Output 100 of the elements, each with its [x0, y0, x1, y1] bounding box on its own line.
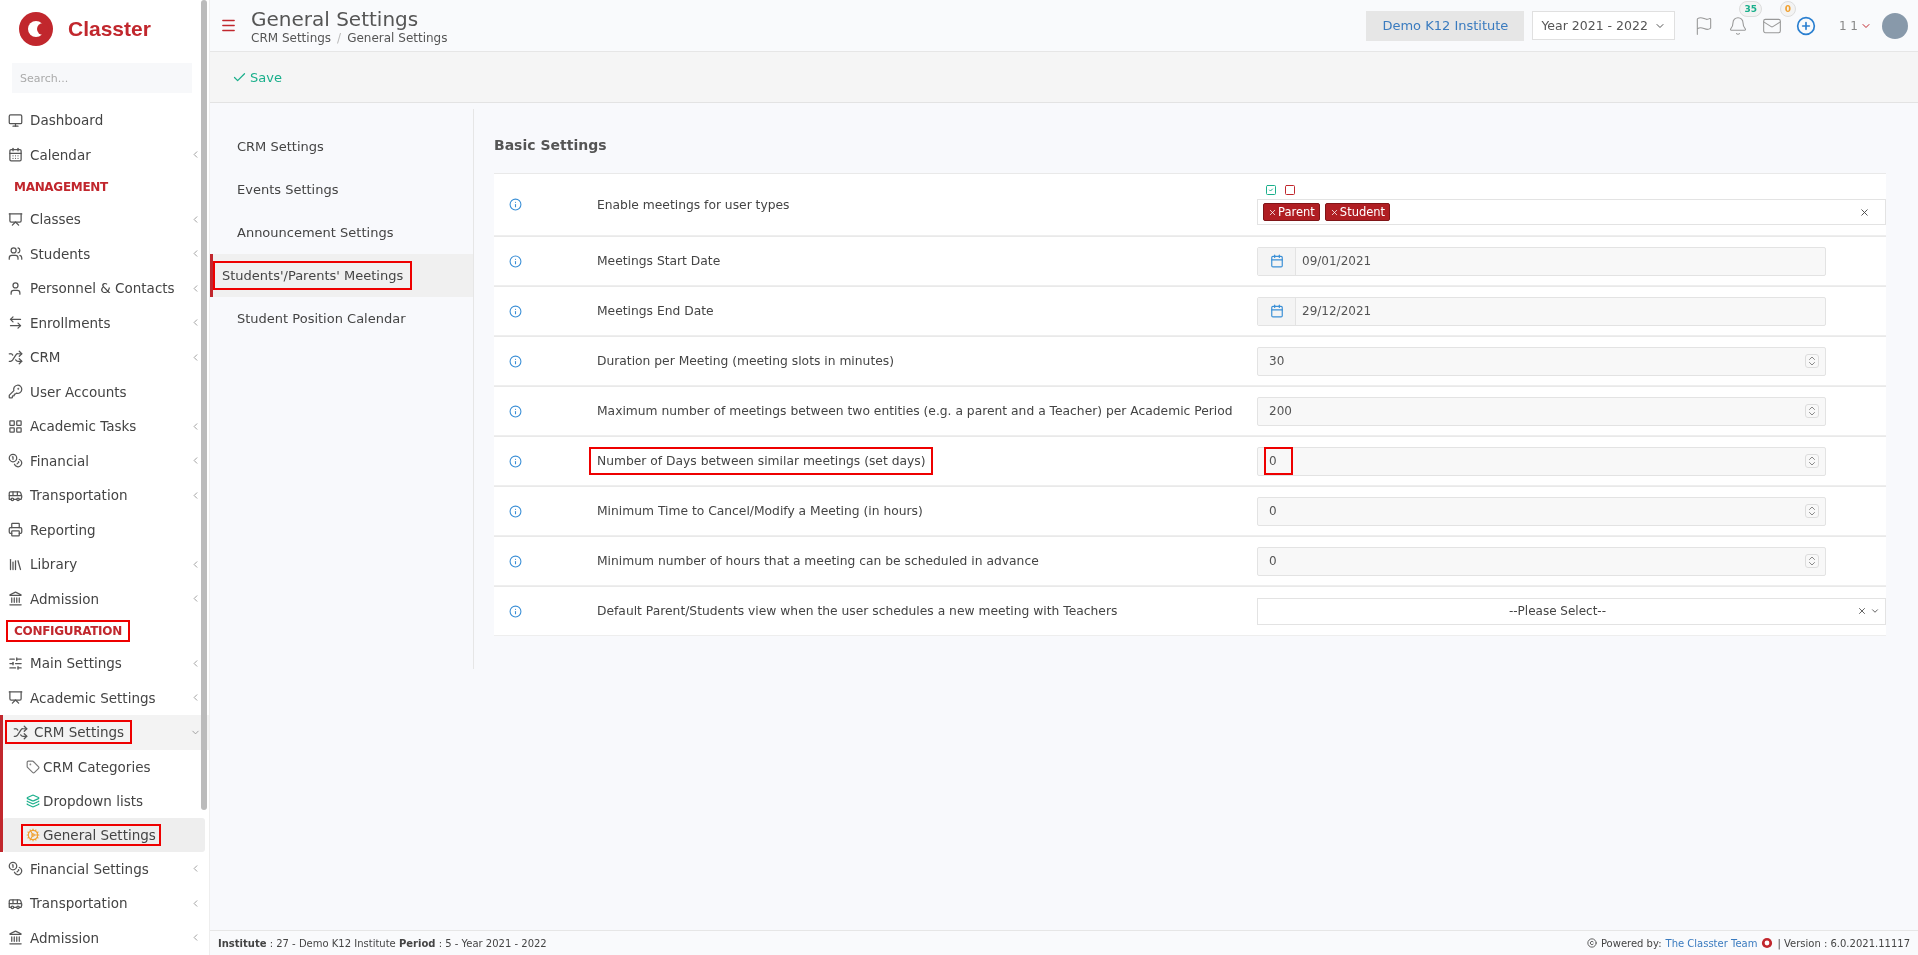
- submenu-item[interactable]: General Settings: [3, 817, 205, 852]
- layers-icon: [26, 793, 40, 808]
- sidebar-item[interactable]: User Accounts: [0, 374, 209, 409]
- section-heading: CONFIGURATION: [6, 620, 130, 642]
- info-icon[interactable]: [509, 404, 522, 418]
- page-title: General Settings: [251, 6, 420, 31]
- number-field[interactable]: 200: [1257, 396, 1826, 426]
- tab-label: Student Position Calendar: [236, 310, 407, 328]
- shuffle-icon: [13, 724, 28, 740]
- year-dropdown[interactable]: Year 2021 - 2022: [1532, 11, 1675, 40]
- sidebar-item[interactable]: Admission: [0, 920, 209, 955]
- institute-button[interactable]: Demo K12 Institute: [1366, 10, 1525, 41]
- info-icon[interactable]: [509, 604, 522, 618]
- sliders-icon: [8, 655, 23, 671]
- sidebar-item[interactable]: Academic Settings: [0, 680, 209, 715]
- submenu-item[interactable]: CRM Categories: [3, 749, 209, 784]
- tag[interactable]: Student: [1324, 203, 1391, 221]
- number-field[interactable]: 30: [1257, 346, 1826, 376]
- tags-field[interactable]: Parent Student: [1257, 199, 1886, 225]
- sidebar-item[interactable]: Dashboard: [0, 103, 209, 138]
- info-icon[interactable]: [509, 554, 522, 568]
- setting-label: Default Parent/Students view when the user schedules a new meeting with Teachers: [596, 603, 1119, 620]
- submenu-label: General Settings: [21, 823, 161, 846]
- info-icon[interactable]: [509, 354, 522, 368]
- spinner-icon: [1806, 455, 1818, 467]
- sidebar-item[interactable]: Main Settings: [0, 646, 209, 681]
- sidebar-item[interactable]: Transportation: [0, 886, 209, 921]
- sidebar-item[interactable]: Personnel & Contacts: [0, 271, 209, 306]
- notifications-button[interactable]: [1727, 15, 1748, 36]
- settings-tab[interactable]: Student Position Calendar: [210, 297, 473, 340]
- settings-tab[interactable]: Events Settings: [210, 168, 473, 211]
- sidebar-item[interactable]: Financial Settings: [0, 851, 209, 886]
- setting-label: Number of Days between similar meetings (set days): [589, 447, 934, 475]
- setting-label: Meetings End Date: [596, 303, 715, 320]
- spinner-icon: [1806, 505, 1818, 517]
- books-icon: [8, 556, 23, 572]
- number-field[interactable]: 0: [1257, 446, 1826, 476]
- sidebar-item[interactable]: Reporting: [0, 512, 209, 547]
- sidebar-item[interactable]: Calendar: [0, 137, 209, 172]
- sidebar-item[interactable]: Academic Tasks: [0, 409, 209, 444]
- sidebar-item[interactable]: Classes: [0, 202, 209, 237]
- sidebar-item[interactable]: Students: [0, 236, 209, 271]
- info-icon[interactable]: [509, 504, 522, 518]
- info-icon[interactable]: [509, 454, 522, 468]
- user-icon: [8, 280, 23, 296]
- date-field[interactable]: 29/12/2021: [1257, 296, 1826, 326]
- setting-label: Meetings Start Date: [596, 253, 722, 270]
- select-field[interactable]: --Please Select--: [1257, 597, 1886, 625]
- breadcrumb-separator: /: [337, 30, 342, 45]
- logo-icon: [1761, 937, 1774, 949]
- settings-tab[interactable]: Announcement Settings: [210, 211, 473, 254]
- section-title: Basic Settings: [494, 137, 608, 153]
- breadcrumb-link[interactable]: General Settings: [347, 30, 448, 45]
- sidebar-item[interactable]: Enrollments: [0, 305, 209, 340]
- laptop-icon: [8, 112, 23, 128]
- remove-icon[interactable]: [1329, 207, 1339, 217]
- settings-tab[interactable]: CRM Settings: [210, 125, 473, 168]
- sidebar-item[interactable]: CRM: [0, 340, 209, 375]
- key-icon: [8, 384, 23, 400]
- team-link[interactable]: The Classter Team: [1665, 937, 1758, 949]
- coins-icon: [8, 453, 23, 469]
- submenu-item[interactable]: Dropdown lists: [3, 783, 209, 818]
- clear-icon[interactable]: [1859, 206, 1870, 218]
- clear-icon[interactable]: [1857, 606, 1867, 616]
- shuffle-icon: [8, 349, 23, 365]
- submenu-label: Dropdown lists: [21, 789, 149, 812]
- number-field[interactable]: 0: [1257, 496, 1826, 526]
- sidebar-item[interactable]: Transportation: [0, 478, 209, 513]
- info-icon[interactable]: [509, 254, 522, 268]
- tab-label: Students'/Parents' Meetings: [213, 261, 413, 290]
- printer-icon: [8, 522, 23, 538]
- grid-icon: [8, 418, 23, 434]
- notification-count: 35: [1739, 0, 1762, 17]
- menu-icon[interactable]: [220, 17, 237, 34]
- info-icon[interactable]: [509, 198, 522, 211]
- setting-label: Minimum Time to Cancel/Modify a Meeting (in hours): [596, 503, 924, 520]
- arrows-icon: [8, 315, 23, 331]
- date-field[interactable]: 09/01/2021: [1257, 246, 1826, 276]
- avatar: [1882, 12, 1908, 39]
- breadcrumb-link[interactable]: CRM Settings: [251, 30, 332, 45]
- sidebar-item[interactable]: CRM Settings: [5, 720, 133, 745]
- sidebar-item[interactable]: Admission: [0, 581, 209, 616]
- remove-icon[interactable]: [1268, 207, 1277, 217]
- select-all-icon[interactable]: [1265, 184, 1277, 196]
- info-icon[interactable]: [509, 304, 522, 318]
- clear-icon[interactable]: [1284, 184, 1296, 196]
- sidebar-item[interactable]: Library: [0, 547, 209, 582]
- settings-tab[interactable]: Students'/Parents' Meetings: [210, 254, 473, 297]
- sidebar-item[interactable]: Financial: [0, 443, 209, 478]
- caret-icon: [1870, 606, 1880, 616]
- calendar-icon: [8, 147, 23, 163]
- classroom-icon: [8, 690, 23, 706]
- search-field[interactable]: Search...: [12, 63, 192, 93]
- number-field[interactable]: 0: [1257, 546, 1826, 576]
- spinner-icon: [1806, 555, 1818, 567]
- tab-label: CRM Settings: [236, 138, 325, 156]
- tab-label: Announcement Settings: [236, 224, 395, 242]
- bank-icon: [8, 930, 23, 946]
- user-menu[interactable]: 1 1: [1832, 17, 1878, 34]
- tag[interactable]: Parent: [1263, 203, 1320, 221]
